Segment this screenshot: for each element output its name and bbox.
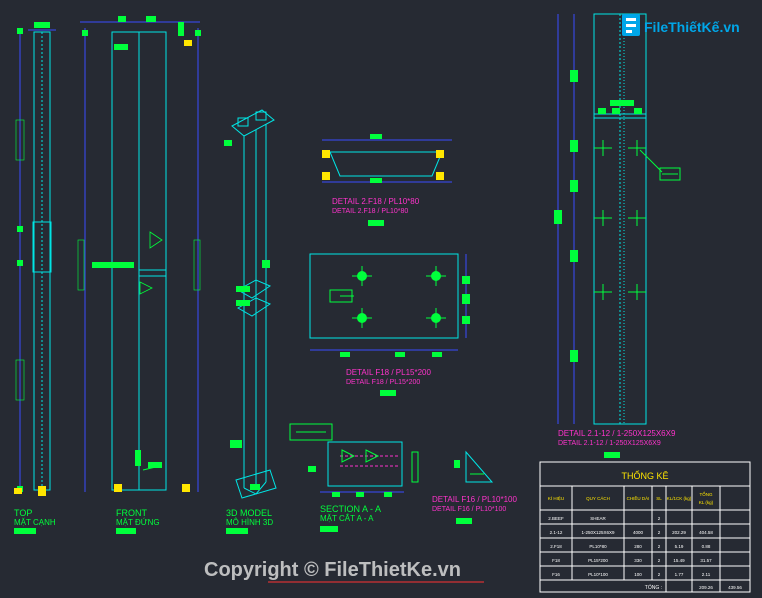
table-header-cell: KL/1CK (kg) <box>667 496 692 501</box>
table-header-cell: TỔNG <box>700 491 713 497</box>
detail-2f18-title: DETAIL 2.F18 / PL10*80 <box>332 197 420 206</box>
table-cell: 1.77 <box>675 572 684 577</box>
section-a-a: SECTION A - A MẶT CẮT A - A <box>289 423 419 532</box>
table-header-cell: KL (kg) <box>699 500 714 505</box>
detail-f18-subtitle: DETAIL F18 / PL15*200 <box>346 379 420 386</box>
table-total-label: TỔNG : <box>645 584 662 591</box>
table-cell: 100 <box>634 572 642 577</box>
logo-text: FileThiếtKế.vn <box>644 19 740 35</box>
front-view: FRONT MẶT ĐỨNG <box>77 16 201 534</box>
table-cell: 2.F18 <box>550 544 562 549</box>
detail-f16: DETAIL F16 / PL10*100 DETAIL F16 / PL10*… <box>432 450 517 524</box>
top-view-label: TOP <box>14 508 32 518</box>
section-sublabel: MẶT CẮT A - A <box>320 514 374 523</box>
table-cell: 1-250X125X6X9 <box>581 530 615 535</box>
cad-drawing-sheet: TOP MẶT CẠNH FRONT MẶT ĐỨNG 3D MODEL MÔ … <box>0 0 762 598</box>
front-view-label: FRONT <box>116 508 147 518</box>
detail-f18-title: DETAIL F18 / PL15*200 <box>346 368 431 377</box>
table-cell: PL10*100 <box>588 572 608 577</box>
table-cell: 0.88 <box>702 544 711 549</box>
table-cell: SHEAR <box>590 516 606 521</box>
detail-2-1-12-subtitle: DETAIL 2.1-12 / 1-250X125X6X9 <box>558 440 661 447</box>
brand-logo: FileThiếtKế.vn <box>622 14 740 36</box>
detail-2f18: DETAIL 2.F18 / PL10*80 DETAIL 2.F18 / PL… <box>322 134 452 226</box>
table-total-value: 439.56 <box>728 585 742 590</box>
table-header-cell: KÍ HIỆU <box>548 494 564 501</box>
statistics-table: THỐNG KÊ KÍ HIỆU QUY CÁCH CHIỀU DÀI SL KL/1C… <box>539 461 751 593</box>
table-cell: F16 <box>552 572 560 577</box>
section-label: SECTION A - A <box>320 504 381 514</box>
table-title: THỐNG KÊ <box>621 470 668 481</box>
table-cell: 31.57 <box>700 558 712 563</box>
table-cell: 330 <box>634 558 642 563</box>
table-cell: F18 <box>552 558 560 563</box>
detail-2-1-12: DETAIL 2.1-12 / 1-250X125X6X9 DETAIL 2.1… <box>554 13 681 458</box>
front-view-sublabel: MẶT ĐỨNG <box>116 518 160 527</box>
table-cell: PL15*200 <box>588 558 608 563</box>
model-3d-label: 3D MODEL <box>226 508 272 518</box>
detail-2-1-12-title: DETAIL 2.1-12 / 1-250X125X6X9 <box>558 429 676 438</box>
top-view-sublabel: MẶT CẠNH <box>14 518 56 527</box>
detail-f16-subtitle: DETAIL F16 / PL10*100 <box>432 506 506 513</box>
table-header-cell: SL <box>656 496 662 501</box>
table-cell: 15.49 <box>673 558 685 563</box>
table-cell: 5.19 <box>675 544 684 549</box>
model-3d-sublabel: MÔ HÌNH 3D <box>226 518 273 527</box>
drawing-canvas: TOP MẶT CẠNH FRONT MẶT ĐỨNG 3D MODEL MÔ … <box>14 13 751 593</box>
table-cell: 2.1-12 <box>550 530 563 535</box>
table-cell: 202.29 <box>672 530 686 535</box>
table-header-cell: QUY CÁCH <box>586 495 610 501</box>
table-cell: 404.58 <box>699 530 713 535</box>
table-cell: 280 <box>634 544 642 549</box>
table-cell: 2.BEEF <box>548 516 564 521</box>
table-cell: PL10*80 <box>589 544 607 549</box>
top-view: TOP MẶT CẠNH <box>14 22 56 534</box>
table-total-value: 209.26 <box>699 585 713 590</box>
table-header-cell: CHIỀU DÀI <box>627 495 650 501</box>
copyright-watermark: Copyright © FileThietKe.vn <box>204 559 461 581</box>
table-cell: 2.11 <box>702 572 711 577</box>
detail-2f18-subtitle: DETAIL 2.F18 / PL10*80 <box>332 208 408 215</box>
detail-f16-title: DETAIL F16 / PL10*100 <box>432 495 517 504</box>
detail-f18: DETAIL F18 / PL15*200 DETAIL F18 / PL15*… <box>309 253 470 396</box>
table-cell: 4000 <box>633 530 644 535</box>
model-3d-view: 3D MODEL MÔ HÌNH 3D <box>224 109 277 534</box>
